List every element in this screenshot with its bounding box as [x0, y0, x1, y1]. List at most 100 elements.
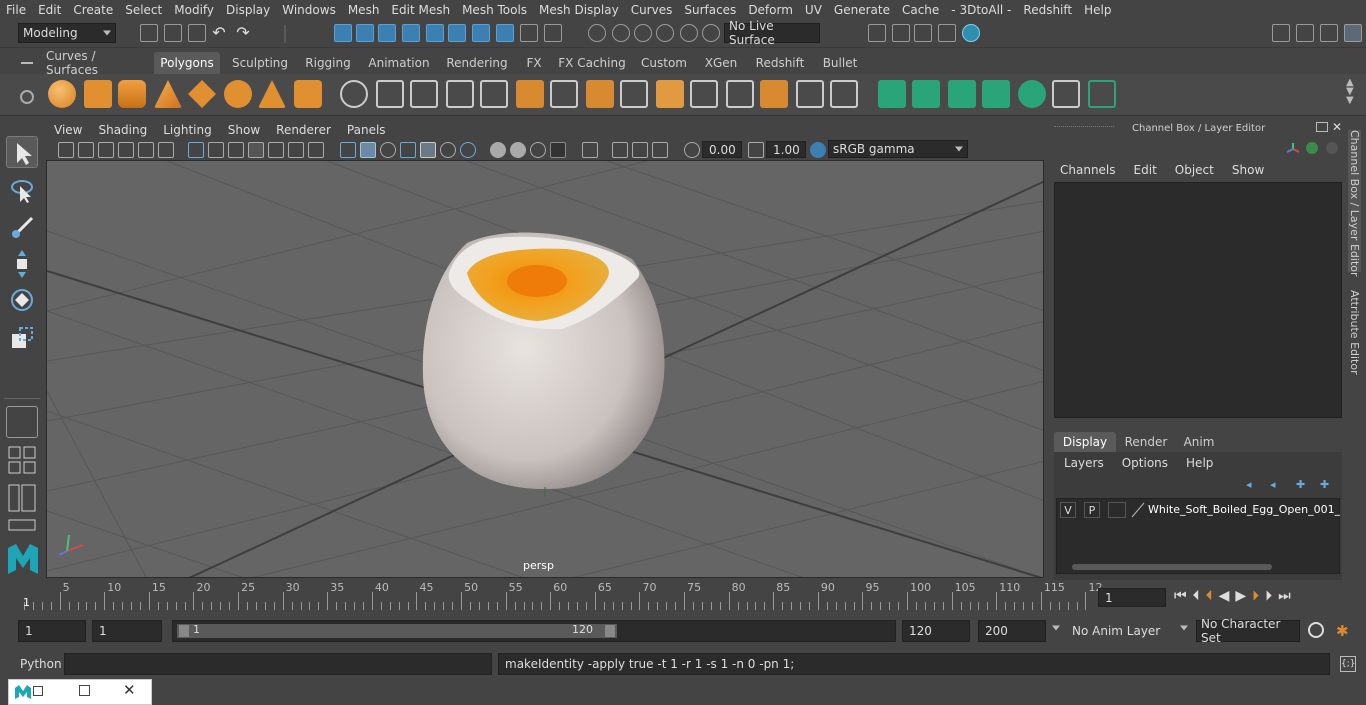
- character-set-dropdown[interactable]: No Character Set: [1196, 617, 1300, 645]
- scale-tool-icon[interactable]: [6, 322, 38, 354]
- multisample-aa-icon[interactable]: [530, 142, 546, 158]
- menu-generate[interactable]: Generate: [828, 3, 896, 17]
- gate-mask-icon[interactable]: [248, 142, 264, 158]
- ipr-render-icon[interactable]: [914, 24, 932, 42]
- panel-grip[interactable]: [1054, 126, 1114, 128]
- script-editor-icon[interactable]: {;}: [1340, 656, 1356, 672]
- move-layer-up-icon[interactable]: ◂: [1246, 478, 1260, 491]
- hyper-icon[interactable]: [1326, 142, 1338, 154]
- window-close-icon[interactable]: ✕: [123, 681, 136, 699]
- side-tab-channel-box[interactable]: Channel Box / Layer Editor: [1348, 130, 1361, 277]
- auto-key-icon[interactable]: [1308, 622, 1324, 638]
- bridge-icon[interactable]: [620, 80, 648, 108]
- layer-name[interactable]: White_Soft_Boiled_Egg_Open_001_la: [1148, 503, 1340, 516]
- speed-icon[interactable]: [1306, 142, 1318, 154]
- soft-select-icon[interactable]: [612, 24, 630, 42]
- gamma-icon[interactable]: [748, 142, 764, 158]
- wireframe-on-shaded-icon[interactable]: [400, 142, 416, 158]
- prev-key-icon[interactable]: ⏴: [1206, 588, 1213, 604]
- menu-mesh-display[interactable]: Mesh Display: [533, 3, 625, 17]
- select-by-object-icon[interactable]: [356, 24, 374, 42]
- shelf-tab-rigging[interactable]: Rigging: [300, 52, 356, 74]
- animation-preferences-icon[interactable]: ✱: [1336, 622, 1354, 640]
- time-ruler[interactable]: 5 10 15 20 25 30 35 40 45 50 55 60 65 70 75 80 85 90 95 100…: [20, 581, 1102, 612]
- xray-icon[interactable]: [612, 142, 628, 158]
- grease-pencil-icon[interactable]: [158, 142, 174, 158]
- snap-point-icon[interactable]: [448, 24, 466, 42]
- smooth-icon[interactable]: [446, 80, 474, 108]
- close-icon[interactable]: ✕: [1332, 120, 1342, 134]
- next-key-icon[interactable]: ⏵: [1252, 588, 1259, 604]
- object-menu[interactable]: Object: [1175, 163, 1214, 177]
- symmetry-icon[interactable]: [588, 24, 606, 42]
- channel-list-area[interactable]: [1054, 182, 1342, 418]
- play-backward-icon[interactable]: ◀: [1219, 588, 1230, 604]
- paint-select-tool-icon[interactable]: [6, 210, 38, 242]
- playback-end-field[interactable]: 120: [902, 620, 970, 642]
- poly-sphere-icon[interactable]: [48, 80, 76, 108]
- render-frame-icon[interactable]: [892, 24, 910, 42]
- single-pane-layout-icon[interactable]: [6, 406, 38, 438]
- playback-start-field[interactable]: 1: [92, 620, 162, 642]
- snap-surface-icon[interactable]: [496, 24, 514, 42]
- live-surface-field[interactable]: No Live Surface: [724, 19, 820, 47]
- toggle-attribute-editor-icon[interactable]: [1320, 24, 1338, 42]
- viewport-menu-show[interactable]: Show: [220, 123, 268, 137]
- rotate-snap-icon[interactable]: [702, 24, 720, 42]
- uv-editor-icon[interactable]: [1088, 80, 1116, 108]
- range-slider-right-grip[interactable]: [605, 625, 615, 637]
- command-input[interactable]: [64, 653, 492, 675]
- color-space-dropdown[interactable]: sRGB gamma: [828, 140, 968, 158]
- animation-start-field[interactable]: 1: [18, 620, 86, 642]
- channels-menu[interactable]: Channels: [1060, 163, 1116, 177]
- bookmark-icon[interactable]: [98, 142, 114, 158]
- append-polygon-icon[interactable]: [760, 80, 788, 108]
- time-slider[interactable]: 5 10 15 20 25 30 35 40 45 50 55 60 65 70 75 80 85 90 95 100…: [0, 580, 1366, 616]
- menu-file[interactable]: File: [0, 3, 32, 17]
- render-settings-icon[interactable]: [938, 24, 956, 42]
- screen-space-ao-icon[interactable]: [490, 142, 506, 158]
- safe-title-icon[interactable]: [308, 142, 324, 158]
- snap-grid-icon[interactable]: [402, 24, 420, 42]
- side-tab-attribute-editor[interactable]: Attribute Editor: [1348, 290, 1361, 375]
- shadows-icon[interactable]: [460, 142, 476, 158]
- combine-icon[interactable]: [340, 80, 368, 108]
- menu-cache[interactable]: Cache: [896, 3, 945, 17]
- poly-cylinder-icon[interactable]: [118, 80, 146, 108]
- camera-attributes-icon[interactable]: [78, 142, 94, 158]
- open-scene-icon[interactable]: [164, 24, 182, 42]
- egg-model[interactable]: [422, 232, 665, 490]
- shelf-tab-polygons[interactable]: Polygons: [154, 52, 220, 74]
- layer-display-type-toggle[interactable]: [1108, 502, 1126, 518]
- move-layer-down-icon[interactable]: ◂: [1270, 478, 1284, 491]
- select-by-component-icon[interactable]: [378, 24, 396, 42]
- resolution-gate-icon[interactable]: [228, 142, 244, 158]
- target-weld-icon[interactable]: [796, 80, 824, 108]
- play-forward-icon[interactable]: ▶: [1235, 588, 1246, 604]
- viewport-menu-view[interactable]: View: [46, 123, 90, 137]
- use-all-lights-icon[interactable]: [440, 142, 456, 158]
- current-frame-field[interactable]: 1: [1098, 588, 1166, 607]
- select-by-hierarchy-icon[interactable]: [334, 24, 352, 42]
- mirror-icon[interactable]: [410, 80, 438, 108]
- workspace-icon[interactable]: [1272, 24, 1290, 42]
- new-scene-icon[interactable]: [140, 24, 158, 42]
- shelf-tab-fx-caching[interactable]: FX Caching: [556, 52, 628, 74]
- uv-unfold-icon[interactable]: [1018, 80, 1046, 108]
- depth-of-field-icon[interactable]: [550, 142, 566, 158]
- maya-app-icon[interactable]: [15, 685, 31, 699]
- viewport-3d[interactable]: persp: [46, 160, 1044, 578]
- snap-curve-icon[interactable]: [426, 24, 444, 42]
- menu-redshift[interactable]: Redshift: [1017, 3, 1078, 17]
- menu-surfaces[interactable]: Surfaces: [678, 3, 742, 17]
- shelf-tab-rendering[interactable]: Rendering: [442, 52, 512, 74]
- shelf-menu-icon[interactable]: [18, 54, 36, 72]
- reflect-icon[interactable]: [634, 24, 652, 42]
- 2d-pan-zoom-icon[interactable]: [138, 142, 154, 158]
- menu-uv[interactable]: UV: [799, 3, 828, 17]
- mode-selector[interactable]: Modeling: [18, 23, 116, 43]
- go-to-end-icon[interactable]: ⏭: [1278, 588, 1291, 604]
- poly-cube-icon[interactable]: [84, 80, 112, 108]
- exposure-icon[interactable]: [684, 142, 700, 158]
- animation-end-field[interactable]: 200: [978, 620, 1046, 642]
